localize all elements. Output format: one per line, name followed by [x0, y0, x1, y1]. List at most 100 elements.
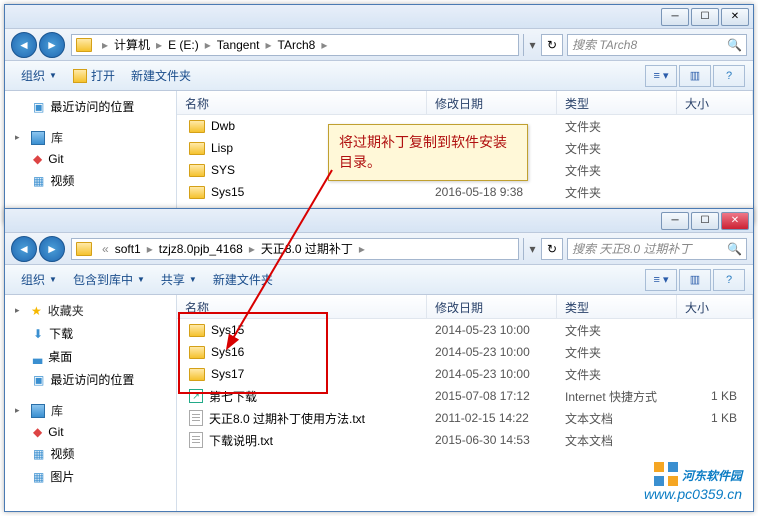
search-icon[interactable]: 🔍	[727, 38, 742, 52]
organize-button[interactable]: 组织▼	[13, 268, 65, 291]
expand-icon[interactable]: ▸	[15, 405, 25, 416]
view-button[interactable]: ≡ ▾	[645, 65, 677, 87]
sidebar-item-video[interactable]: ▦视频	[5, 169, 176, 192]
minimize-button[interactable]: ─	[661, 8, 689, 26]
address-bar: ◄ ► ▸ 计算机 ▸ E (E:) ▸ Tangent ▸ TArch8 ▸ …	[5, 29, 753, 61]
breadcrumb-item[interactable]: soft1	[113, 242, 143, 256]
folder-icon	[189, 368, 205, 381]
text-file-icon	[189, 410, 203, 426]
chevron-right-icon[interactable]: ▸	[152, 38, 166, 52]
back-button[interactable]: ◄	[11, 236, 37, 262]
column-name[interactable]: 名称	[177, 295, 427, 318]
chevron-right-icon[interactable]: ▸	[245, 242, 259, 256]
file-type: Internet 快捷方式	[557, 388, 677, 405]
column-headers: 名称 修改日期 类型 大小	[177, 91, 753, 115]
breadcrumb-item[interactable]: 计算机	[112, 36, 152, 53]
open-button[interactable]: 打开	[65, 64, 123, 87]
preview-button[interactable]: ▥	[679, 65, 711, 87]
chevron-right-icon[interactable]: ▸	[98, 38, 112, 52]
view-button[interactable]: ≡ ▾	[645, 269, 677, 291]
sidebar-item-desktop[interactable]: ▃桌面	[5, 345, 176, 368]
maximize-button[interactable]: ☐	[691, 212, 719, 230]
chevron-right-icon[interactable]: ▸	[261, 38, 275, 52]
column-type[interactable]: 类型	[557, 91, 677, 114]
file-name: 天正8.0 过期补丁使用方法.txt	[209, 410, 365, 427]
sidebar-item-libraries[interactable]: ▸库	[5, 399, 176, 422]
sidebar-item-video[interactable]: ▦视频	[5, 442, 176, 465]
breadcrumb-item[interactable]: TArch8	[276, 38, 318, 52]
list-item[interactable]: Sys152014-05-23 10:00文件夹	[177, 319, 753, 341]
column-headers: 名称 修改日期 类型 大小	[177, 295, 753, 319]
search-icon[interactable]: 🔍	[727, 242, 742, 256]
minimize-button[interactable]: ─	[661, 212, 689, 230]
preview-button[interactable]: ▥	[679, 269, 711, 291]
column-size[interactable]: 大小	[677, 91, 753, 114]
sidebar-item-git[interactable]: ◆Git	[5, 422, 176, 442]
refresh-button[interactable]: ↻	[541, 34, 563, 56]
list-item[interactable]: Sys162014-05-23 10:00文件夹	[177, 341, 753, 363]
help-button[interactable]: ?	[713, 65, 745, 87]
organize-button[interactable]: 组织▼	[13, 64, 65, 87]
breadcrumb-item[interactable]: 天正8.0 过期补丁	[259, 240, 355, 257]
sidebar-item-pictures[interactable]: ▦图片	[5, 465, 176, 488]
column-name[interactable]: 名称	[177, 91, 427, 114]
forward-button[interactable]: ►	[39, 236, 65, 262]
expand-icon[interactable]: ▸	[15, 305, 25, 316]
breadcrumb-item[interactable]: E (E:)	[166, 38, 201, 52]
titlebar[interactable]: ─ ☐ ✕	[5, 209, 753, 233]
column-type[interactable]: 类型	[557, 295, 677, 318]
expand-icon[interactable]: ▸	[15, 132, 25, 143]
list-item[interactable]: 天正8.0 过期补丁使用方法.txt2011-02-15 14:22文本文档1 …	[177, 407, 753, 429]
sidebar-item-downloads[interactable]: ⬇下载	[5, 322, 176, 345]
breadcrumb[interactable]: « soft1 ▸ tzjz8.0pjb_4168 ▸ 天正8.0 过期补丁 ▸	[71, 238, 519, 260]
chevron-right-icon[interactable]: ▸	[201, 38, 215, 52]
breadcrumb-item[interactable]: tzjz8.0pjb_4168	[157, 242, 245, 256]
file-date: 2015-07-08 17:12	[427, 389, 557, 403]
address-bar: ◄ ► « soft1 ▸ tzjz8.0pjb_4168 ▸ 天正8.0 过期…	[5, 233, 753, 265]
search-input[interactable]: 搜索 天正8.0 过期补丁 🔍	[567, 238, 747, 260]
new-folder-button[interactable]: 新建文件夹	[123, 64, 199, 87]
logo-icon	[654, 462, 678, 486]
list-item[interactable]: Sys152016-05-18 9:38文件夹	[177, 181, 753, 203]
maximize-button[interactable]: ☐	[691, 8, 719, 26]
watermark: 河东软件园 www.pc0359.cn	[644, 460, 742, 502]
video-icon: ▦	[33, 447, 44, 461]
breadcrumb-dropdown[interactable]: ▾	[523, 238, 541, 260]
new-folder-button[interactable]: 新建文件夹	[205, 268, 281, 291]
chevron-right-icon[interactable]: ▸	[317, 38, 331, 52]
file-type: 文件夹	[557, 366, 677, 383]
list-item[interactable]: 下载说明.txt2015-06-30 14:53文本文档	[177, 429, 753, 451]
column-size[interactable]: 大小	[677, 295, 753, 318]
sidebar-item-git[interactable]: ◆Git	[5, 149, 176, 169]
column-date[interactable]: 修改日期	[427, 295, 557, 318]
refresh-button[interactable]: ↻	[541, 238, 563, 260]
forward-button[interactable]: ►	[39, 32, 65, 58]
chevron-right-icon[interactable]: ▸	[355, 242, 369, 256]
chevron-right-icon[interactable]: «	[98, 242, 113, 256]
share-button[interactable]: 共享▼	[153, 268, 205, 291]
file-name: Dwb	[211, 119, 235, 133]
breadcrumb[interactable]: ▸ 计算机 ▸ E (E:) ▸ Tangent ▸ TArch8 ▸	[71, 34, 519, 56]
sidebar-item-recent[interactable]: ▣最近访问的位置	[5, 95, 176, 118]
sidebar-item-recent[interactable]: ▣最近访问的位置	[5, 368, 176, 391]
close-button[interactable]: ✕	[721, 8, 749, 26]
search-placeholder: 搜索 天正8.0 过期补丁	[572, 240, 691, 257]
file-name: 下载说明.txt	[209, 432, 273, 449]
list-item[interactable]: ↗第七下载2015-07-08 17:12Internet 快捷方式1 KB	[177, 385, 753, 407]
breadcrumb-dropdown[interactable]: ▾	[523, 34, 541, 56]
chevron-right-icon[interactable]: ▸	[143, 242, 157, 256]
list-item[interactable]: Sys172014-05-23 10:00文件夹	[177, 363, 753, 385]
search-input[interactable]: 搜索 TArch8 🔍	[567, 34, 747, 56]
sidebar-item-libraries[interactable]: ▸库	[5, 126, 176, 149]
library-icon	[31, 404, 45, 418]
breadcrumb-item[interactable]: Tangent	[215, 38, 262, 52]
sidebar-item-favorites[interactable]: ▸★收藏夹	[5, 299, 176, 322]
column-date[interactable]: 修改日期	[427, 91, 557, 114]
titlebar[interactable]: ─ ☐ ✕	[5, 5, 753, 29]
back-button[interactable]: ◄	[11, 32, 37, 58]
include-library-button[interactable]: 包含到库中▼	[65, 268, 153, 291]
shortcut-icon: ↗	[189, 389, 203, 403]
folder-icon	[76, 242, 92, 256]
help-button[interactable]: ?	[713, 269, 745, 291]
close-button[interactable]: ✕	[721, 212, 749, 230]
